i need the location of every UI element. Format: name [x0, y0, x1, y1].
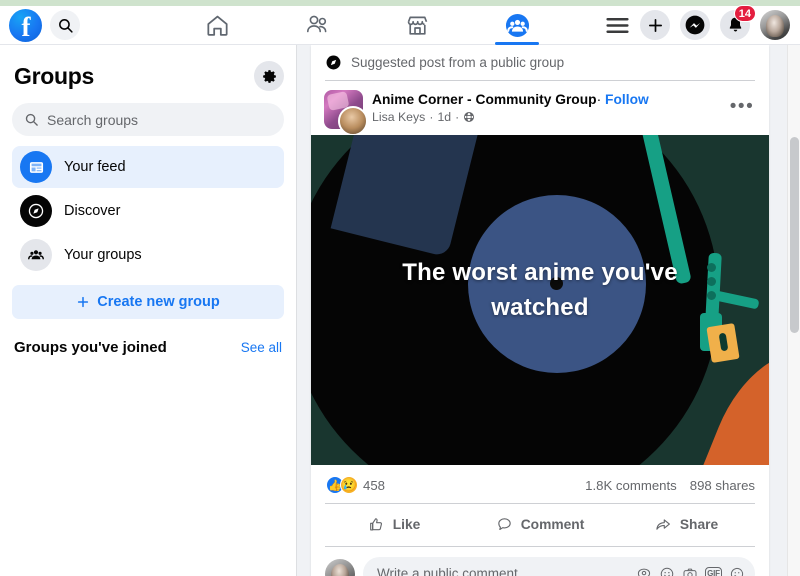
sidebar-item-your-groups[interactable]: Your groups — [12, 234, 284, 276]
comment-bubble-icon — [497, 517, 511, 530]
globe-icon — [464, 112, 475, 122]
notifications-button[interactable]: 14 — [720, 5, 756, 40]
gif-icon[interactable]: GIF — [705, 566, 722, 576]
suggested-post-banner: Suggested post from a public group — [311, 45, 769, 80]
topbar-tabs — [194, 6, 640, 45]
messenger-button[interactable] — [680, 10, 710, 40]
see-all-link[interactable]: See all — [241, 340, 282, 355]
reaction-icons: 👍 😢 — [326, 476, 358, 494]
post-timestamp[interactable]: 1d — [437, 110, 451, 124]
top-navigation-bar: f 14 — [0, 5, 800, 45]
emoji-icon[interactable] — [659, 566, 675, 576]
composer-icons: GIF — [636, 566, 745, 576]
tab-home[interactable] — [194, 6, 240, 45]
groups-joined-header: Groups you've joined See all — [12, 339, 284, 356]
tab-menu[interactable] — [594, 6, 640, 45]
post-counts: 1.8K comments 898 shares — [585, 478, 755, 493]
notification-badge: 14 — [733, 5, 756, 22]
media-overlay-text: The worst anime you've watched — [402, 259, 678, 321]
sad-face-reaction-icon: 😢 — [340, 476, 358, 494]
comment-input[interactable] — [377, 566, 628, 576]
tab-friends[interactable] — [294, 6, 340, 45]
post-card: Suggested post from a public group Anime… — [311, 45, 769, 576]
share-button[interactable]: Share — [613, 508, 759, 540]
groups-joined-title: Groups you've joined — [14, 339, 167, 356]
post-author[interactable]: Lisa Keys — [372, 110, 425, 124]
sidebar-item-discover[interactable]: Discover — [12, 190, 284, 232]
group-name[interactable]: Anime Corner - Community Group — [372, 92, 597, 107]
camera-icon[interactable] — [682, 566, 698, 576]
search-icon[interactable] — [50, 10, 80, 40]
gear-icon[interactable] — [254, 61, 284, 91]
search-groups-input[interactable] — [47, 111, 272, 128]
create-new-group-label: Create new group — [97, 294, 220, 310]
post-media[interactable]: The worst anime you've watched — [311, 135, 769, 465]
meta-separator: · — [429, 110, 434, 124]
sidebar-nav-items: Your feed Discover Your groups — [12, 146, 284, 276]
post-actions: Like Comment Share — [311, 504, 769, 544]
search-groups-container[interactable] — [12, 103, 284, 136]
create-button[interactable] — [640, 10, 670, 40]
post-more-options-button[interactable]: ••• — [727, 92, 757, 122]
follow-link[interactable]: Follow — [605, 92, 649, 107]
compass-icon — [326, 55, 341, 70]
sidebar-item-label: Your groups — [64, 247, 142, 263]
compass-icon — [20, 195, 52, 227]
plus-icon — [78, 296, 89, 308]
post-stats-row: 👍 😢 458 1.8K comments 898 shares — [311, 465, 769, 503]
sticker-icon[interactable] — [729, 566, 745, 576]
people-icon — [20, 239, 52, 271]
sidebar-item-your-feed[interactable]: Your feed — [12, 146, 284, 188]
scrollbar-thumb[interactable] — [790, 137, 799, 333]
profile-avatar[interactable] — [760, 10, 790, 40]
share-button-label: Share — [679, 516, 719, 532]
page-title: Groups — [14, 62, 94, 89]
tab-groups[interactable] — [494, 6, 540, 45]
reactions-summary[interactable]: 👍 😢 458 — [326, 476, 385, 494]
newsfeed-icon — [20, 151, 52, 183]
tab-marketplace[interactable] — [394, 6, 440, 45]
thumbs-up-icon — [369, 517, 382, 530]
sidebar-header: Groups — [12, 55, 284, 95]
post-group-line: Anime Corner - Community Group· Follow — [372, 91, 718, 108]
like-button-label: Like — [392, 516, 421, 532]
like-button[interactable]: Like — [321, 508, 467, 540]
shares-count[interactable]: 898 shares — [690, 478, 755, 493]
page-scrollbar[interactable] — [787, 45, 800, 576]
sidebar-item-label: Discover — [64, 203, 121, 219]
comment-button[interactable]: Comment — [467, 508, 613, 540]
composer-avatar[interactable]: ▾ — [325, 558, 355, 576]
post-meta: Anime Corner - Community Group· Follow L… — [372, 90, 718, 124]
comment-button-label: Comment — [520, 516, 585, 532]
meta-separator: · — [455, 110, 460, 124]
avatar-sticker-icon[interactable] — [636, 566, 652, 576]
feed-column: Suggested post from a public group Anime… — [297, 45, 784, 576]
post-header: Anime Corner - Community Group· Follow L… — [311, 81, 769, 136]
sidebar-item-label: Your feed — [64, 159, 126, 175]
post-submeta: Lisa Keys · 1d · — [372, 110, 718, 124]
create-new-group-button[interactable]: Create new group — [12, 285, 284, 319]
search-icon — [25, 113, 38, 126]
facebook-groups-page: f 14 Groups Search groups Your feed Disc… — [0, 0, 800, 576]
meta-separator: · — [596, 92, 602, 107]
comment-composer: ▾ — [311, 547, 769, 576]
topbar-right-section: 14 — [640, 5, 800, 40]
facebook-logo[interactable]: f — [9, 8, 42, 42]
comment-input-container[interactable]: GIF — [363, 557, 755, 576]
suggested-post-label: Suggested post from a public group — [351, 55, 565, 70]
share-arrow-icon — [656, 518, 670, 530]
group-avatar[interactable] — [324, 90, 368, 136]
comments-count[interactable]: 1.8K comments — [585, 478, 677, 493]
reaction-count: 458 — [363, 477, 386, 493]
groups-sidebar: Groups Search groups Your feed Discover … — [0, 45, 297, 576]
topbar-left-section: f — [0, 8, 194, 42]
